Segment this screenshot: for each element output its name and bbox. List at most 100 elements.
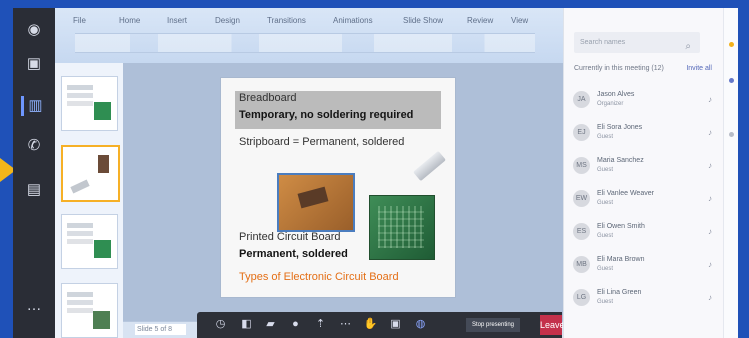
thumbnail-text [67, 223, 93, 228]
ribbon-command-groups[interactable] [75, 33, 535, 53]
participant-row[interactable]: ES Eli Owen Smith Guest ♪ [573, 218, 717, 249]
participant-status: Guest [597, 266, 614, 272]
ribbon-tab-review[interactable]: Review [467, 16, 493, 25]
app-rail: ◉ ▣ ▥ ✆ ▤ … [13, 8, 55, 338]
microphone-icon: ♪ [708, 293, 712, 302]
participant-name: Maria Sanchez [597, 157, 644, 164]
search-placeholder: Search names [580, 39, 626, 46]
participant-status: Guest [597, 167, 614, 173]
microphone-icon: ♪ [708, 227, 712, 236]
component-image [297, 186, 329, 209]
participant-status: Organizer [597, 101, 624, 107]
breadboard-image [413, 150, 446, 182]
avatar: LG [573, 289, 590, 306]
participant-row[interactable]: LG Eli Lina Green Guest ♪ [573, 284, 717, 315]
share-icon[interactable]: ⇡ [313, 317, 328, 332]
participant-status: Guest [597, 134, 614, 140]
thumbnail-image [98, 155, 109, 173]
participants-panel: Search names ⌕ Currently in this meeting… [563, 8, 726, 338]
participant-name: Eli Vanlee Weaver [597, 190, 654, 197]
slide-thumbnail-pane[interactable] [55, 63, 124, 338]
participant-status: Guest [597, 200, 614, 206]
slide-thumbnail-3[interactable] [61, 214, 118, 269]
meeting-controls: ◷ ◧ ▰ ● ⇡ ⋯ ✋ ▣ ◍ Stop presenting Leave [197, 312, 565, 338]
slide-thumbnail-4[interactable] [61, 283, 118, 338]
avatar: MB [573, 256, 590, 273]
apps-icon[interactable] [729, 78, 734, 83]
avatar: EW [573, 190, 590, 207]
participants-section-header: Currently in this meeting (12) Invite al… [574, 65, 712, 77]
participants-count-label: Currently in this meeting (12) [574, 65, 664, 72]
slide-text-temporary[interactable]: Temporary, no soldering required [239, 109, 413, 121]
stripboard-photo[interactable] [277, 173, 355, 232]
participant-search-input[interactable]: Search names ⌕ [574, 32, 700, 53]
ribbon-tab-view[interactable]: View [511, 16, 528, 25]
bell-icon[interactable]: ◉ [24, 20, 44, 40]
participant-row[interactable]: MB Eli Mara Brown Guest ♪ [573, 251, 717, 282]
participant-name: Eli Owen Smith [597, 223, 645, 230]
teams-icon[interactable]: ▥ [21, 96, 47, 116]
screenshot-frame: ◉ ▣ ▥ ✆ ▤ … File Home Insert Design Tran… [0, 0, 749, 338]
avatar: EJ [573, 124, 590, 141]
ribbon-tab-design[interactable]: Design [215, 16, 240, 25]
participant-row[interactable]: MS Maria Sanchez Guest ♪ [573, 152, 717, 183]
thumbnail-text [67, 292, 93, 297]
participant-row[interactable]: EW Eli Vanlee Weaver Guest ♪ [573, 185, 717, 216]
microphone-icon: ♪ [708, 260, 712, 269]
raise-hand-icon[interactable]: ✋ [363, 317, 378, 332]
file-icon[interactable]: ▤ [24, 180, 44, 200]
breadboard-photo[interactable] [406, 148, 451, 193]
more-options-icon[interactable]: ⋯ [338, 317, 353, 332]
thumbnail-image [94, 240, 111, 258]
participant-name: Eli Mara Brown [597, 256, 645, 263]
participant-row[interactable]: JA Jason Alves Organizer ♪ [573, 86, 717, 117]
slide-number-indicator: Slide 5 of 8 [135, 324, 186, 335]
slide-thumbnail-2[interactable] [61, 145, 120, 202]
circuit-board-photo[interactable] [369, 195, 435, 260]
participant-name: Eli Lina Green [597, 289, 642, 296]
avatar: ES [573, 223, 590, 240]
more-icon[interactable] [729, 132, 734, 137]
avatar: JA [573, 91, 590, 108]
timer-icon: ◷ [215, 318, 226, 330]
thumbnail-tool-image [70, 179, 90, 194]
phone-icon[interactable]: ✆ [24, 136, 44, 156]
ribbon-tab-file[interactable]: File [73, 16, 86, 25]
stop-presenting-button[interactable]: Stop presenting [466, 318, 520, 332]
ribbon-tab-transitions[interactable]: Transitions [267, 16, 306, 25]
slide-text-breadboard[interactable]: Breadboard [239, 92, 297, 104]
avatar: MS [573, 157, 590, 174]
people-icon[interactable]: ◧ [239, 317, 254, 332]
powerpoint-ribbon: File Home Insert Design Transitions Anim… [55, 8, 563, 64]
ribbon-tab-insert[interactable]: Insert [167, 16, 187, 25]
participant-status: Guest [597, 233, 614, 239]
microphone-icon: ♪ [708, 128, 712, 137]
teams-window: ◉ ▣ ▥ ✆ ▤ … File Home Insert Design Tran… [13, 8, 738, 338]
chat-icon[interactable]: ▣ [388, 317, 403, 332]
status-dot-icon [729, 42, 734, 47]
participants-icon[interactable]: ◍ [413, 317, 428, 332]
thumbnail-image [93, 311, 110, 329]
participant-name: Jason Alves [597, 91, 635, 98]
invite-all-link[interactable]: Invite all [686, 65, 712, 72]
chat-icon[interactable]: ▣ [24, 54, 44, 74]
current-slide[interactable]: Breadboard Temporary, no soldering requi… [220, 77, 456, 298]
right-toolbar [723, 8, 738, 338]
search-icon[interactable]: ⌕ [685, 36, 691, 57]
microphone-icon: ♪ [708, 194, 712, 203]
thumbnail-text [67, 85, 93, 90]
microphone-icon[interactable]: ● [288, 317, 303, 332]
camera-icon[interactable]: ▰ [263, 317, 278, 332]
slide-text-permanent[interactable]: Permanent, soldered [239, 248, 348, 260]
slide-text-pcb[interactable]: Printed Circuit Board [239, 231, 341, 243]
slide-editing-canvas[interactable]: Breadboard Temporary, no soldering requi… [123, 63, 563, 321]
ribbon-tab-home[interactable]: Home [119, 16, 140, 25]
more-icon[interactable]: … [24, 296, 44, 316]
slide-thumbnail-1[interactable] [61, 76, 118, 131]
slide-text-stripboard[interactable]: Stripboard = Permanent, soldered [239, 136, 404, 148]
leave-meeting-button[interactable]: Leave [540, 315, 565, 335]
ribbon-tab-slide-show[interactable]: Slide Show [403, 16, 443, 25]
participant-row[interactable]: EJ Eli Sora Jones Guest ♪ [573, 119, 717, 150]
slide-title-circuit-board[interactable]: Types of Electronic Circuit Board [239, 271, 399, 283]
ribbon-tab-animations[interactable]: Animations [333, 16, 373, 25]
